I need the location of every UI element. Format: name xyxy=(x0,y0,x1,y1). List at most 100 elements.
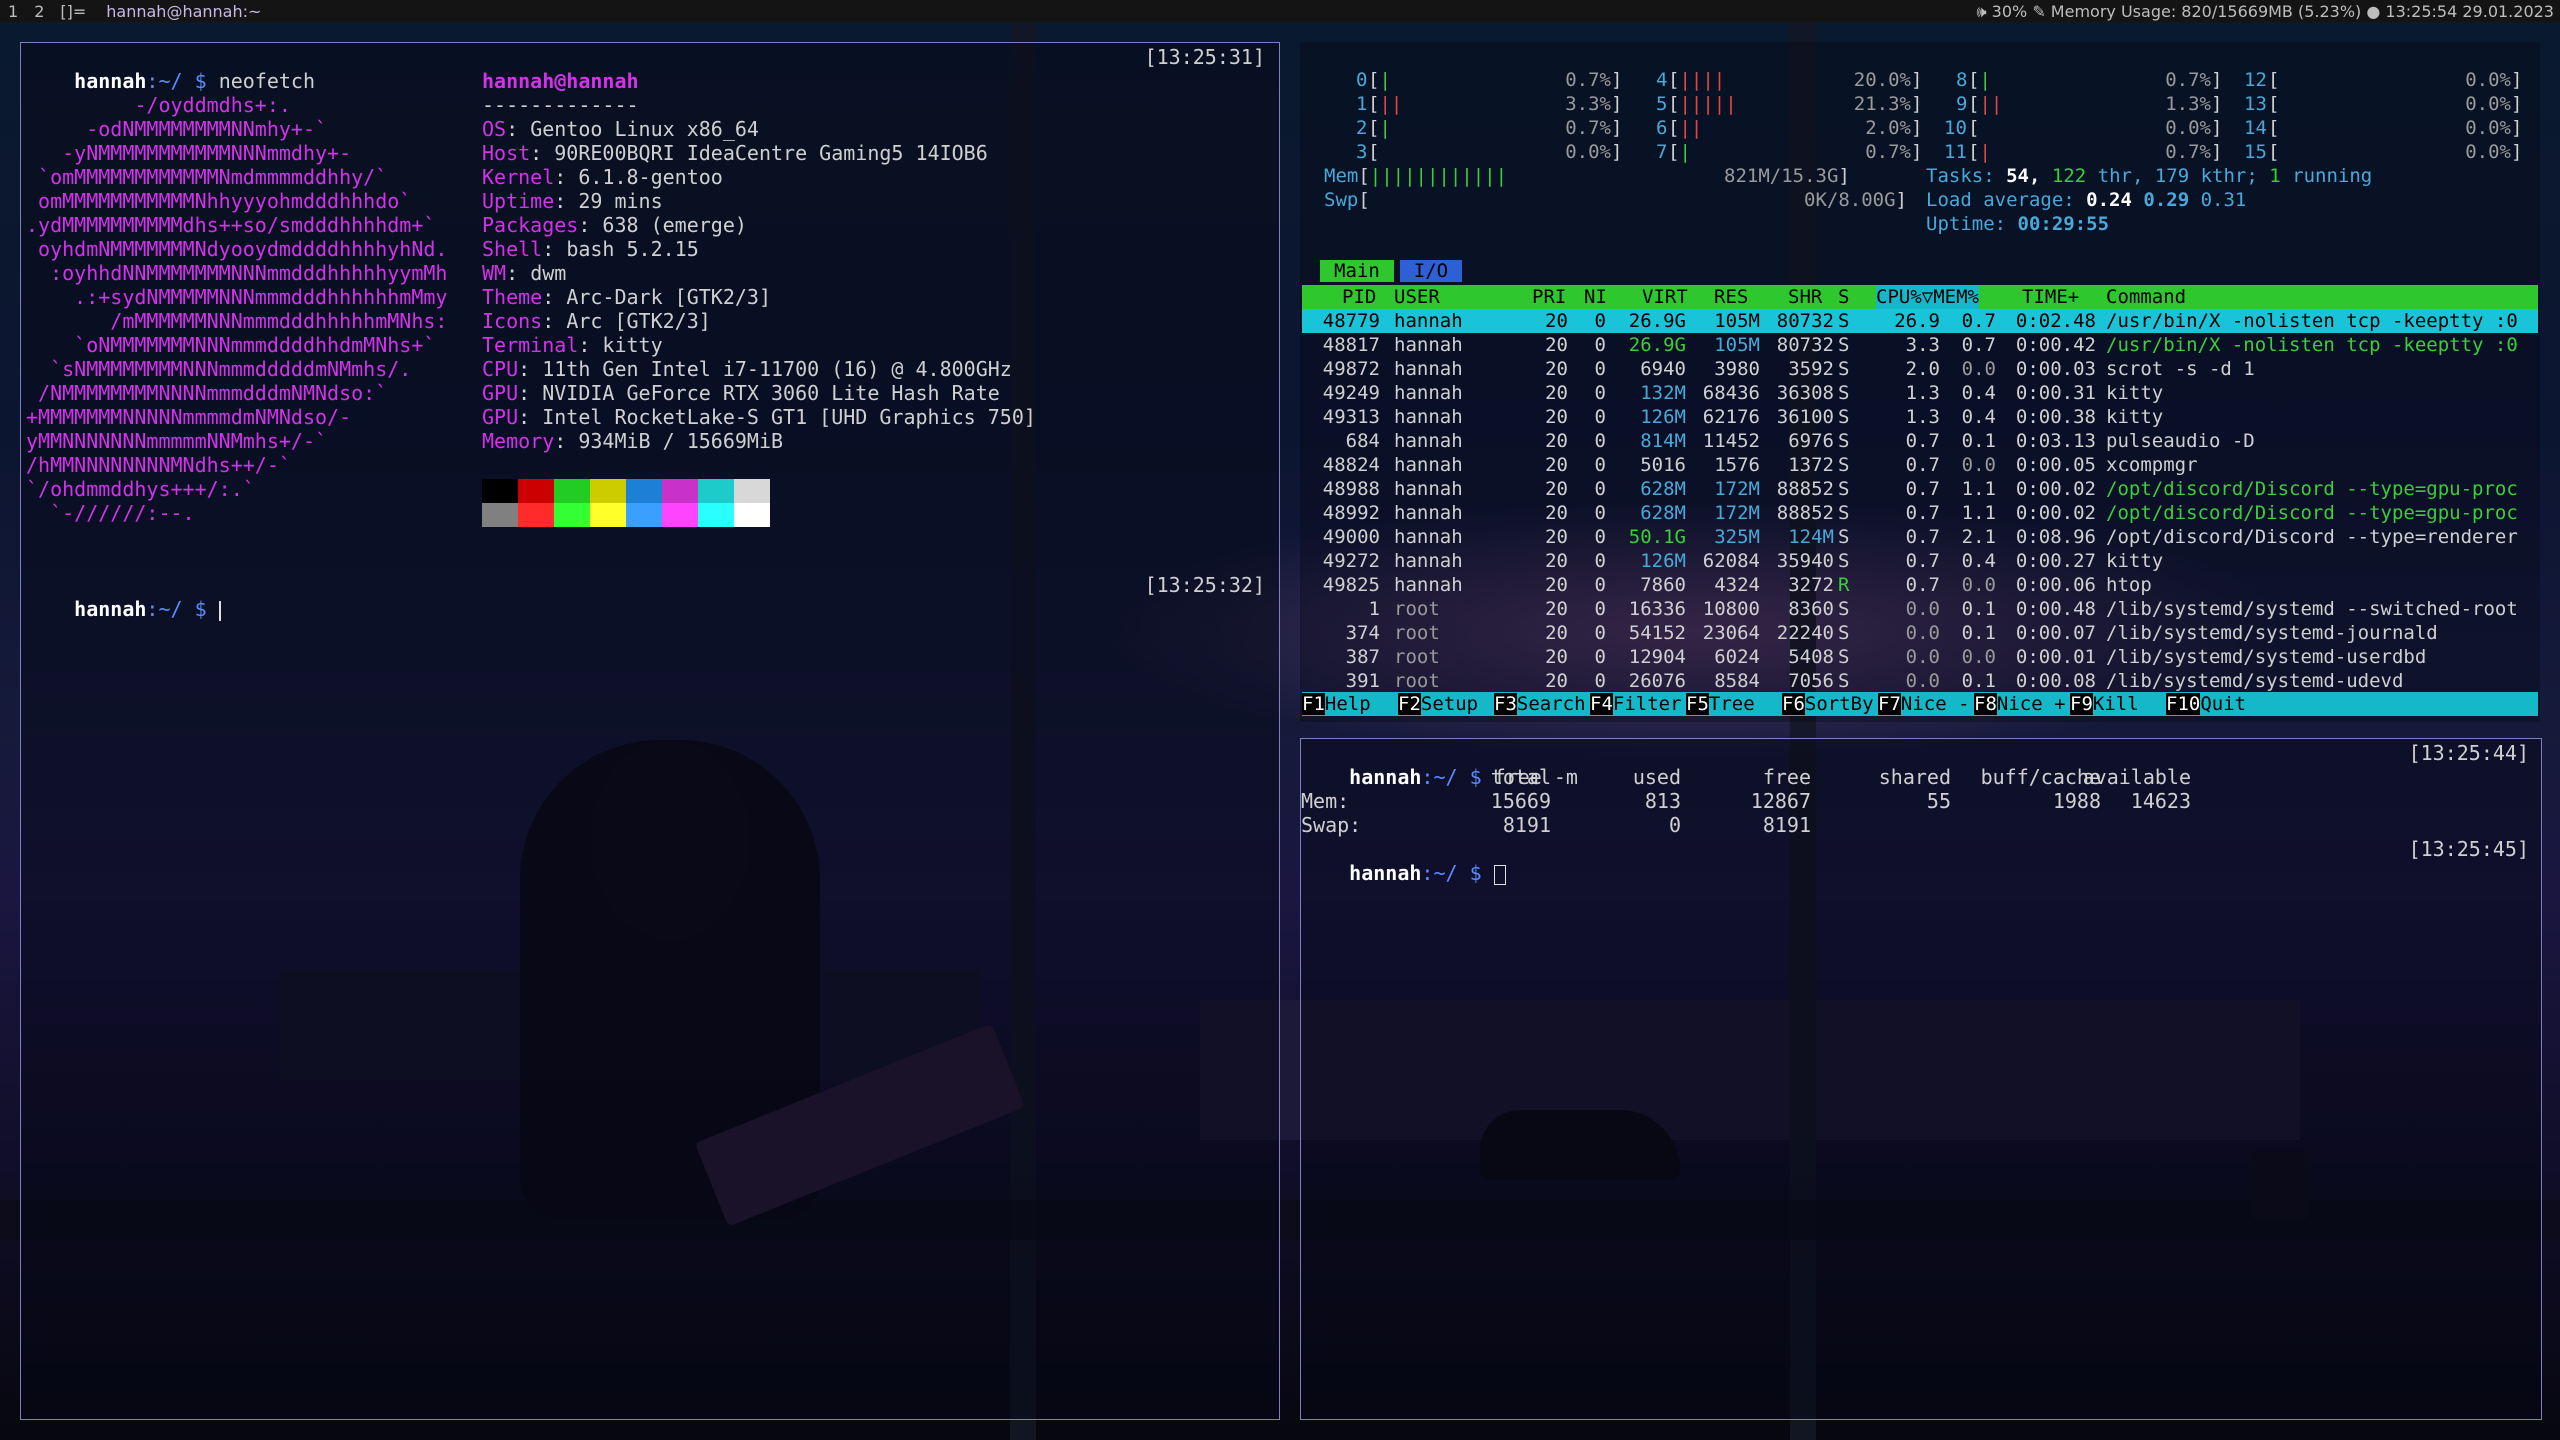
cpu-id: 15 xyxy=(2244,141,2267,163)
prompt-line[interactable]: hannah:~/ $ xyxy=(1301,837,1506,885)
cell-shr: 36308 xyxy=(1776,382,1834,404)
cell-s: S xyxy=(1838,406,1850,428)
column-header[interactable]: Command xyxy=(2106,285,2186,309)
ascii-line: .ydMMMMMMMMMMdhs++so/smdddhhhhdm+` xyxy=(26,213,436,237)
table-row[interactable]: 684 hannah 20 0 814M 11452 6976 S 0.7 0.1 0:03.13 p… xyxy=(1302,429,2538,453)
cell-res: 6024 xyxy=(1714,646,1760,668)
info-value: 29 mins xyxy=(578,189,663,213)
cpu-bar-close: ] xyxy=(1611,117,1623,139)
cell-pid: 391 xyxy=(1345,670,1380,692)
table-row[interactable]: 49872 hannah 20 0 6940 3980 3592 S 2.0 0.0 0:00.03… xyxy=(1302,357,2538,381)
cell-mem: 0.4 xyxy=(1961,406,1996,428)
table-row[interactable]: 49825 hannah 20 0 7860 4324 3272 R 0.7 0.0 0:00.06… xyxy=(1302,573,2538,597)
info-value: 638 (emerge) xyxy=(602,213,747,237)
tab-main[interactable]: Main xyxy=(1320,260,1394,282)
column-header[interactable]: TIME+ xyxy=(2022,285,2079,309)
column-header[interactable]: S xyxy=(1838,285,1849,309)
fkey-f10[interactable]: F10Quit xyxy=(2166,692,2246,716)
cell-user: hannah xyxy=(1394,550,1463,572)
cell-s: S xyxy=(1838,358,1850,380)
cell-cpu: 1.3 xyxy=(1905,382,1940,404)
free-terminal[interactable]: hannah:~/ $ free -m [13:25:44] total used… xyxy=(1300,738,2542,1420)
table-row[interactable]: 49313 hannah 20 0 126M 62176 36100 S 1.3 0.4 0:00.… xyxy=(1302,405,2538,429)
cpu-id: 1 xyxy=(1356,93,1368,115)
column-header[interactable]: CPU%▽MEM% xyxy=(1876,285,1979,309)
process-table-header[interactable]: PID USER PRI NI VIRT RES SHR S CPU%▽MEM% TIME+ Com… xyxy=(1302,285,2538,309)
table-row[interactable]: 48824 hannah 20 0 5016 1576 1372 S 0.7 0.0 0:00.05… xyxy=(1302,453,2538,477)
cell-s: S xyxy=(1838,334,1850,356)
table-row[interactable]: 49249 hannah 20 0 132M 68436 36308 S 1.3 0.4 0:00.… xyxy=(1302,381,2538,405)
info-colon: : xyxy=(506,261,531,285)
palette-swatch xyxy=(626,503,662,527)
palette-swatch xyxy=(590,503,626,527)
cpu-id: 10 xyxy=(1944,117,1967,139)
cell-cpu: 0.7 xyxy=(1905,574,1940,596)
cell-pid: 1 xyxy=(1368,598,1380,620)
cell-pid: 374 xyxy=(1345,622,1380,644)
cell-time: 0:00.07 xyxy=(2015,622,2096,644)
palette-swatch xyxy=(698,503,734,527)
info-colon: : xyxy=(542,285,567,309)
table-row[interactable]: 48992 hannah 20 0 628M 172M 88852 S 0.7 1.1 0:00.0… xyxy=(1302,501,2538,525)
fkey-f2[interactable]: F2Setup xyxy=(1398,692,1478,716)
fkey-f9[interactable]: F9Kill xyxy=(2070,692,2139,716)
cell-ni: 0 xyxy=(1594,550,1606,572)
workspace-tag-2[interactable]: 2 xyxy=(26,2,52,21)
cell-shr: 36100 xyxy=(1776,406,1834,428)
fkey-f6[interactable]: F6SortBy xyxy=(1782,692,1874,716)
column-header[interactable]: USER xyxy=(1394,285,1440,309)
info-colon: : xyxy=(554,429,579,453)
column-header[interactable]: PRI xyxy=(1532,285,1566,309)
cpu-percent: 0.7% xyxy=(2165,69,2211,91)
cpu-bar-fill: | xyxy=(1979,69,1991,91)
table-row[interactable]: 1 root 20 0 16336 10800 8360 S 0.0 0.1 0:00.48/lib… xyxy=(1302,597,2538,621)
table-row[interactable]: 49000 hannah 20 0 50.1G 325M 124M S 0.7 2.1 0:08.9… xyxy=(1302,525,2538,549)
layout-indicator[interactable]: []= xyxy=(52,2,94,21)
table-row[interactable]: 387 root 20 0 12904 6024 5408 S 0.0 0.0 0:00.01/li… xyxy=(1302,645,2538,669)
fkey-f4[interactable]: F4Filter xyxy=(1590,692,1682,716)
fkey-key: F3 xyxy=(1494,693,1517,715)
cell-pri: 20 xyxy=(1545,526,1568,548)
column-header[interactable]: PID xyxy=(1342,285,1376,309)
column-header[interactable]: RES xyxy=(1714,285,1748,309)
table-row[interactable]: 374 root 20 0 54152 23064 22240 S 0.0 0.1 0:00.07 /… xyxy=(1302,621,2538,645)
info-value: Intel RocketLake-S GT1 [UHD Graphics 750… xyxy=(542,405,1036,429)
fkey-f7[interactable]: F7Nice - xyxy=(1878,692,1970,716)
cell-pri: 20 xyxy=(1545,574,1568,596)
cpu-bar-close: ] xyxy=(1911,69,1923,91)
cell-virt: 126M xyxy=(1640,550,1686,572)
column-header[interactable]: NI xyxy=(1584,285,1607,309)
cell-shr: 1372 xyxy=(1788,454,1834,476)
fkey-f3[interactable]: F3Search xyxy=(1494,692,1586,716)
cell-pid: 49872 xyxy=(1322,358,1380,380)
cell-shr: 3272 xyxy=(1788,574,1834,596)
cell-pri: 20 xyxy=(1545,478,1568,500)
tab-io[interactable]: I/O xyxy=(1399,260,1463,282)
cpu-bar-close: ] xyxy=(1911,141,1923,163)
prompt-line[interactable]: hannah:~/ $ xyxy=(26,573,221,621)
cell-user: root xyxy=(1394,622,1440,644)
column-header[interactable]: SHR xyxy=(1788,285,1822,309)
cpu-bar-close: ] xyxy=(2511,69,2523,91)
table-row[interactable]: 49272 hannah 20 0 126M 62084 35940 S 0.7 0.4 0:00.… xyxy=(1302,549,2538,573)
column-header[interactable]: VIRT xyxy=(1642,285,1688,309)
cell-res: 325M xyxy=(1714,526,1760,548)
fkey-f5[interactable]: F5Tree xyxy=(1686,692,1755,716)
table-row[interactable]: 48817 hannah 20 0 26.9G 105M 80732 S 3.3 0.7 0:00.… xyxy=(1302,333,2538,357)
cell-virt: 628M xyxy=(1640,478,1686,500)
prompt-line: hannah:~/ $ neofetch xyxy=(26,45,315,93)
cell-virt: 26.9G xyxy=(1628,310,1686,332)
workspace-tag-1[interactable]: 1 xyxy=(0,2,26,21)
info-row: CPU: 11th Gen Intel i7-11700 (16) @ 4.80… xyxy=(482,357,1012,381)
fkey-key: F2 xyxy=(1398,693,1421,715)
neofetch-terminal[interactable]: hannah:~/ $ neofetch [13:25:31] -/oyddmd… xyxy=(20,42,1280,1420)
cpu-percent: 2.0% xyxy=(1865,117,1911,139)
table-row[interactable]: 391 root 20 0 26076 8584 7056 S 0.0 0.1 0:00.08/li… xyxy=(1302,669,2538,693)
cell-ni: 0 xyxy=(1594,526,1606,548)
table-row[interactable]: 48779 hannah 20 0 26.9G 105M 80732 S 26.9 0.7 0:02… xyxy=(1302,309,2538,333)
table-row[interactable]: 48988 hannah 20 0 628M 172M 88852 S 0.7 1.1 0:00.0… xyxy=(1302,477,2538,501)
timestamp: [13:25:32] xyxy=(1144,573,1265,597)
cell-mem: 0.7 xyxy=(1961,310,1996,332)
fkey-f1[interactable]: F1Help xyxy=(1302,692,1371,716)
fkey-f8[interactable]: F8Nice + xyxy=(1974,692,2066,716)
